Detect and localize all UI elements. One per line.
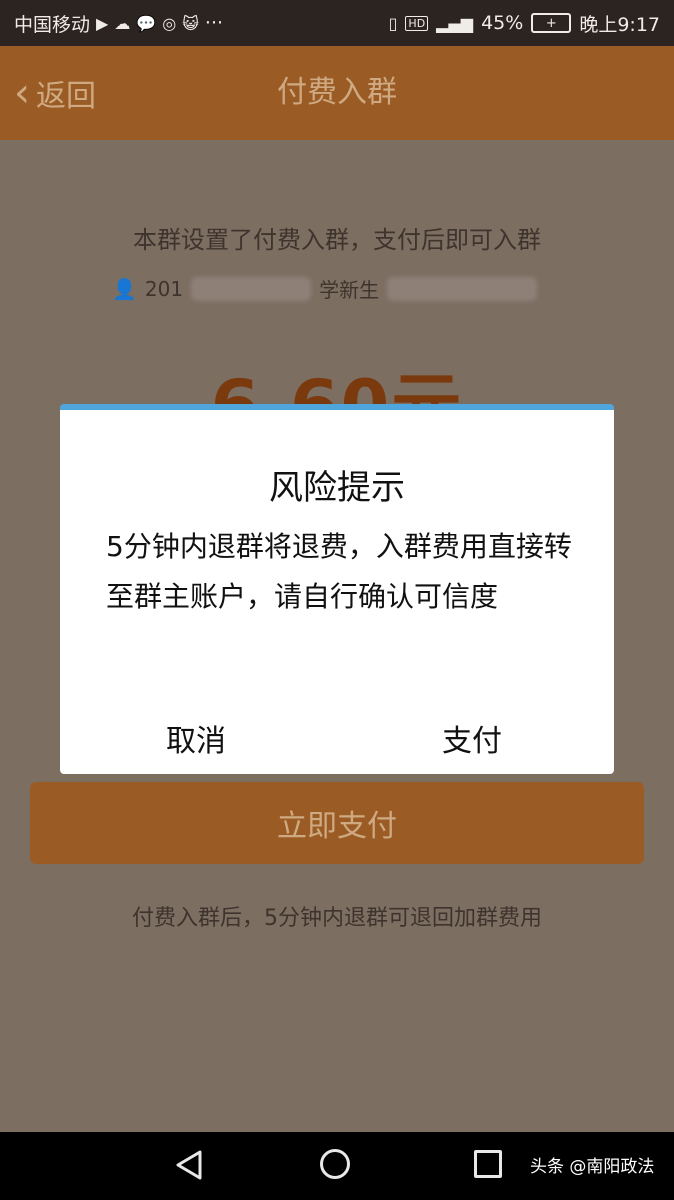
- dialog-message: 5分钟内退群将退费，入群费用直接转至群主账户，请自行确认可信度: [106, 530, 572, 613]
- carrier-name: 中国移动: [14, 13, 91, 36]
- search-icon: ◎: [162, 13, 177, 33]
- status-bar: 中国移动 ▶ ☁ 💬 ◎ 😺 ··· ▯ HD ▂▄▆ 45% + 晚上9:17: [0, 0, 674, 46]
- status-right: ▯ HD ▂▄▆ 45% + 晚上9:17: [389, 10, 660, 37]
- status-left: 中国移动 ▶ ☁ 💬 ◎ 😺 ···: [14, 10, 223, 37]
- risk-dialog: 风险提示 5分钟内退群将退费，入群费用直接转至群主账户，请自行确认可信度 取消 …: [60, 404, 614, 774]
- nav-recents-icon[interactable]: [474, 1150, 502, 1178]
- play-icon: ▶: [96, 13, 109, 33]
- cloud-icon: ☁: [114, 13, 131, 33]
- confirm-pay-button[interactable]: 支付: [442, 716, 502, 760]
- redacted-block: [387, 276, 538, 301]
- group-name-line: 👤 201 学新生: [112, 274, 538, 303]
- nav-back-icon[interactable]: [172, 1148, 206, 1182]
- page-title: 付费入群: [277, 75, 397, 110]
- chat-icon: 💬: [136, 13, 157, 33]
- group-name-mid: 学新生: [319, 278, 380, 302]
- group-info-text: 本群设置了付费入群，支付后即可入群: [133, 226, 541, 254]
- signal-icon: ▂▄▆: [436, 13, 474, 33]
- clock: 晚上9:17: [579, 13, 660, 36]
- cat-icon: 😺: [182, 13, 199, 33]
- navigation-bar: 头条 @南阳政法: [0, 1132, 674, 1200]
- pay-now-button[interactable]: 立即支付: [30, 782, 644, 864]
- battery-icon: +: [531, 13, 572, 33]
- nav-home-icon[interactable]: [320, 1149, 350, 1179]
- cancel-button[interactable]: 取消: [166, 716, 226, 760]
- refund-note: 付费入群后，5分钟内退群可退回加群费用: [132, 906, 542, 931]
- title-bar: ‹ 返回 付费入群: [0, 46, 674, 140]
- battery-percent: 45%: [481, 12, 524, 34]
- dialog-title: 风险提示: [269, 468, 405, 508]
- vibrate-icon: ▯: [388, 13, 398, 33]
- group-name-start: 201: [144, 276, 184, 301]
- hd-badge: HD: [405, 15, 429, 31]
- redacted-block: [191, 276, 312, 301]
- watermark: 头条 @南阳政法: [530, 1157, 655, 1177]
- more-notifications: ···: [204, 12, 224, 34]
- person-icon: 👤: [112, 276, 137, 301]
